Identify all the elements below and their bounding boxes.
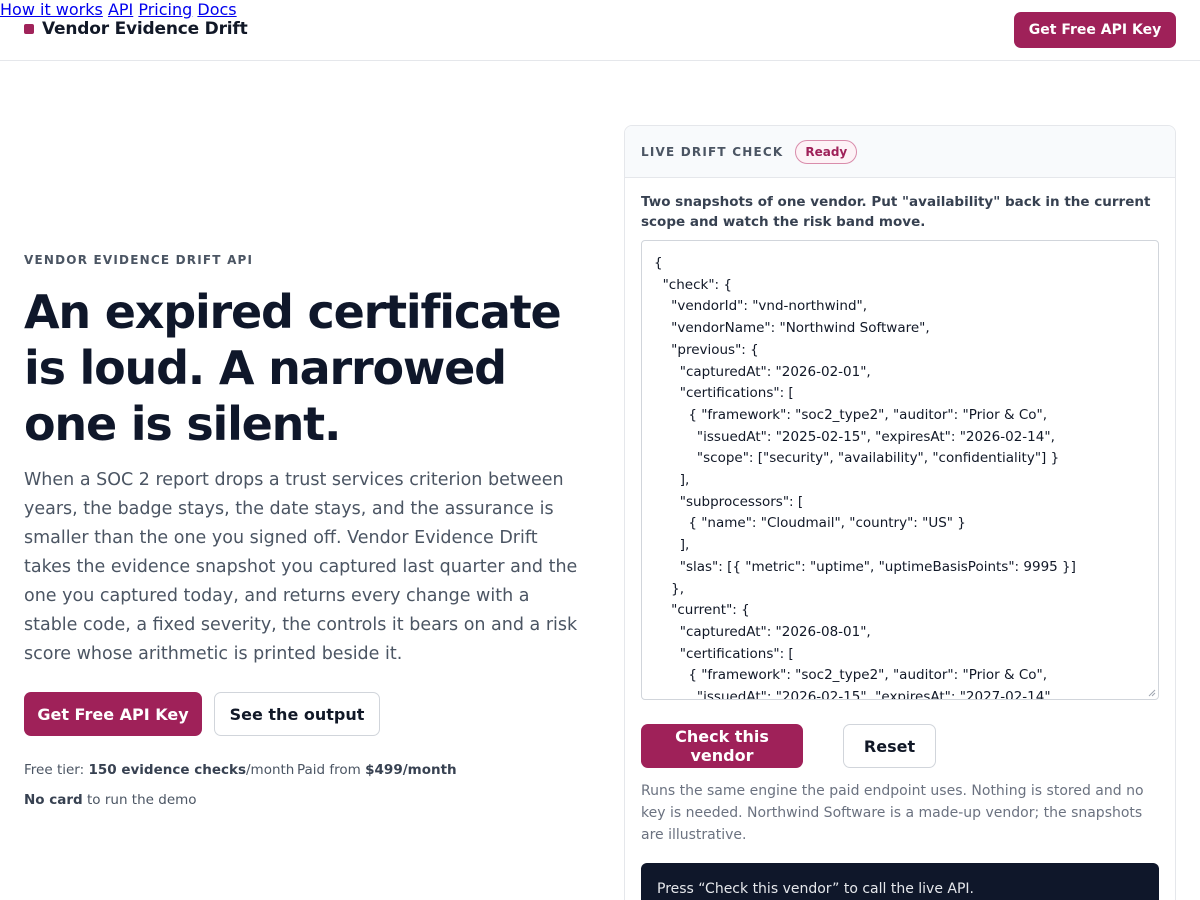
nav-link-docs[interactable]: Docs: [197, 0, 236, 19]
top-navigation-bar: Vendor Evidence Drift How it works API P…: [0, 0, 1200, 61]
panel-footnote: Runs the same engine the paid endpoint u…: [641, 783, 1144, 843]
live-drift-check-panel: LIVE DRIFT CHECK Ready Two snapshots of …: [624, 125, 1176, 900]
reset-button[interactable]: Reset: [843, 724, 936, 768]
panel-instructions: Two snapshots of one vendor. Put "availa…: [641, 194, 1151, 230]
json-editor-content[interactable]: { "check": { "vendorId": "vnd-northwind"…: [642, 241, 1158, 699]
nav-link-api[interactable]: API: [108, 0, 133, 19]
nav-link-pricing[interactable]: Pricing: [138, 0, 192, 19]
panel-title: LIVE DRIFT CHECK: [641, 144, 784, 159]
check-vendor-button[interactable]: Check this vendor: [641, 724, 803, 768]
free-tier-info: Free tier: 150 evidence checks/month: [24, 762, 295, 778]
brand-mark-icon: [24, 24, 34, 34]
output-console: Press “Check this vendor” to call the li…: [641, 863, 1159, 900]
headline-line-1: An expired certificate: [24, 285, 562, 339]
nav-link-how-it-works[interactable]: How it works: [0, 0, 103, 19]
panel-header: LIVE DRIFT CHECK Ready: [625, 126, 1175, 178]
headline-line-3: one is silent.: [24, 397, 341, 451]
resize-handle-icon[interactable]: [1148, 689, 1156, 697]
json-snapshot-editor[interactable]: { "check": { "vendorId": "vnd-northwind"…: [641, 240, 1159, 700]
see-output-button[interactable]: See the output: [214, 692, 380, 736]
brand-logo[interactable]: Vendor Evidence Drift: [24, 19, 248, 39]
get-api-key-button[interactable]: Get Free API Key: [1014, 12, 1176, 48]
hero-eyebrow: VENDOR EVIDENCE DRIFT API: [24, 253, 254, 267]
no-card-info: No card to run the demo: [24, 792, 197, 808]
hero-headline: An expired certificate is loud. A narrow…: [24, 284, 584, 452]
console-message: Press “Check this vendor” to call the li…: [657, 881, 974, 897]
hero-get-api-key-button[interactable]: Get Free API Key: [24, 692, 202, 736]
paid-tier-info: Paid from $499/month: [297, 762, 457, 778]
brand-name: Vendor Evidence Drift: [42, 19, 248, 39]
status-badge: Ready: [795, 139, 858, 164]
hero-description: When a SOC 2 report drops a trust servic…: [24, 470, 578, 664]
headline-line-2: is loud. A narrowed: [24, 341, 507, 395]
